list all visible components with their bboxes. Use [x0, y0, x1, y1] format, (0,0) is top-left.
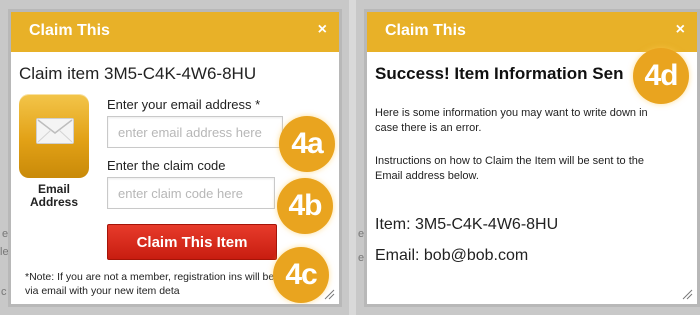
modal-header: Claim This × [11, 12, 339, 52]
close-icon[interactable]: × [318, 21, 327, 39]
modal-title: Claim This [29, 22, 110, 39]
claim-modal: Claim This × Claim item 3M5-C4K-4W6-8HU … [11, 12, 339, 304]
email-line: Email: bob@bob.com [375, 247, 529, 264]
modal-title: Claim This [385, 22, 466, 39]
background-fragment: e [358, 252, 365, 264]
resize-grip-icon[interactable] [681, 288, 693, 300]
success-heading: Success! Item Information Sen [375, 64, 624, 83]
background-fragment: e [358, 228, 365, 240]
envelope-icon [36, 118, 74, 144]
instructions-text: Instructions on how to Claim the Item wi… [375, 155, 645, 182]
email-input[interactable] [107, 116, 283, 148]
claim-form-panel: e le c Claim This × Claim item 3M5-C4K-4… [0, 0, 349, 315]
claim-code-input[interactable] [107, 177, 275, 209]
close-icon[interactable]: × [676, 21, 685, 39]
claim-code-label: Enter the claim code [107, 158, 226, 173]
info-text: Here is some information you may want to… [375, 107, 648, 134]
step-badge-4c: 4c [273, 247, 329, 303]
claim-this-item-button[interactable]: Claim This Item [107, 224, 277, 260]
resize-grip-icon[interactable] [323, 288, 335, 300]
email-address-tile [19, 94, 89, 178]
email-field-label: Enter your email address * [107, 97, 261, 112]
screenshot-stage: e le c Claim This × Claim item 3M5-C4K-4… [0, 0, 700, 315]
success-modal: Claim This × Success! Item Information S… [367, 12, 697, 304]
background-fragment: e [2, 228, 9, 240]
claim-heading: Claim item 3M5-C4K-4W6-8HU [19, 64, 257, 83]
modal-header: Claim This × [367, 12, 697, 52]
email-tile-caption: Email Address [29, 182, 79, 209]
step-badge-4b: 4b [277, 178, 333, 234]
step-badge-4d: 4d [633, 48, 689, 104]
item-code-line: Item: 3M5-C4K-4W6-8HU [375, 216, 559, 233]
background-fragment: c [1, 286, 7, 298]
background-fragment: le [0, 246, 9, 258]
step-badge-4a: 4a [279, 116, 335, 172]
success-panel: e e Claim This × Success! Item Informati… [356, 0, 700, 315]
